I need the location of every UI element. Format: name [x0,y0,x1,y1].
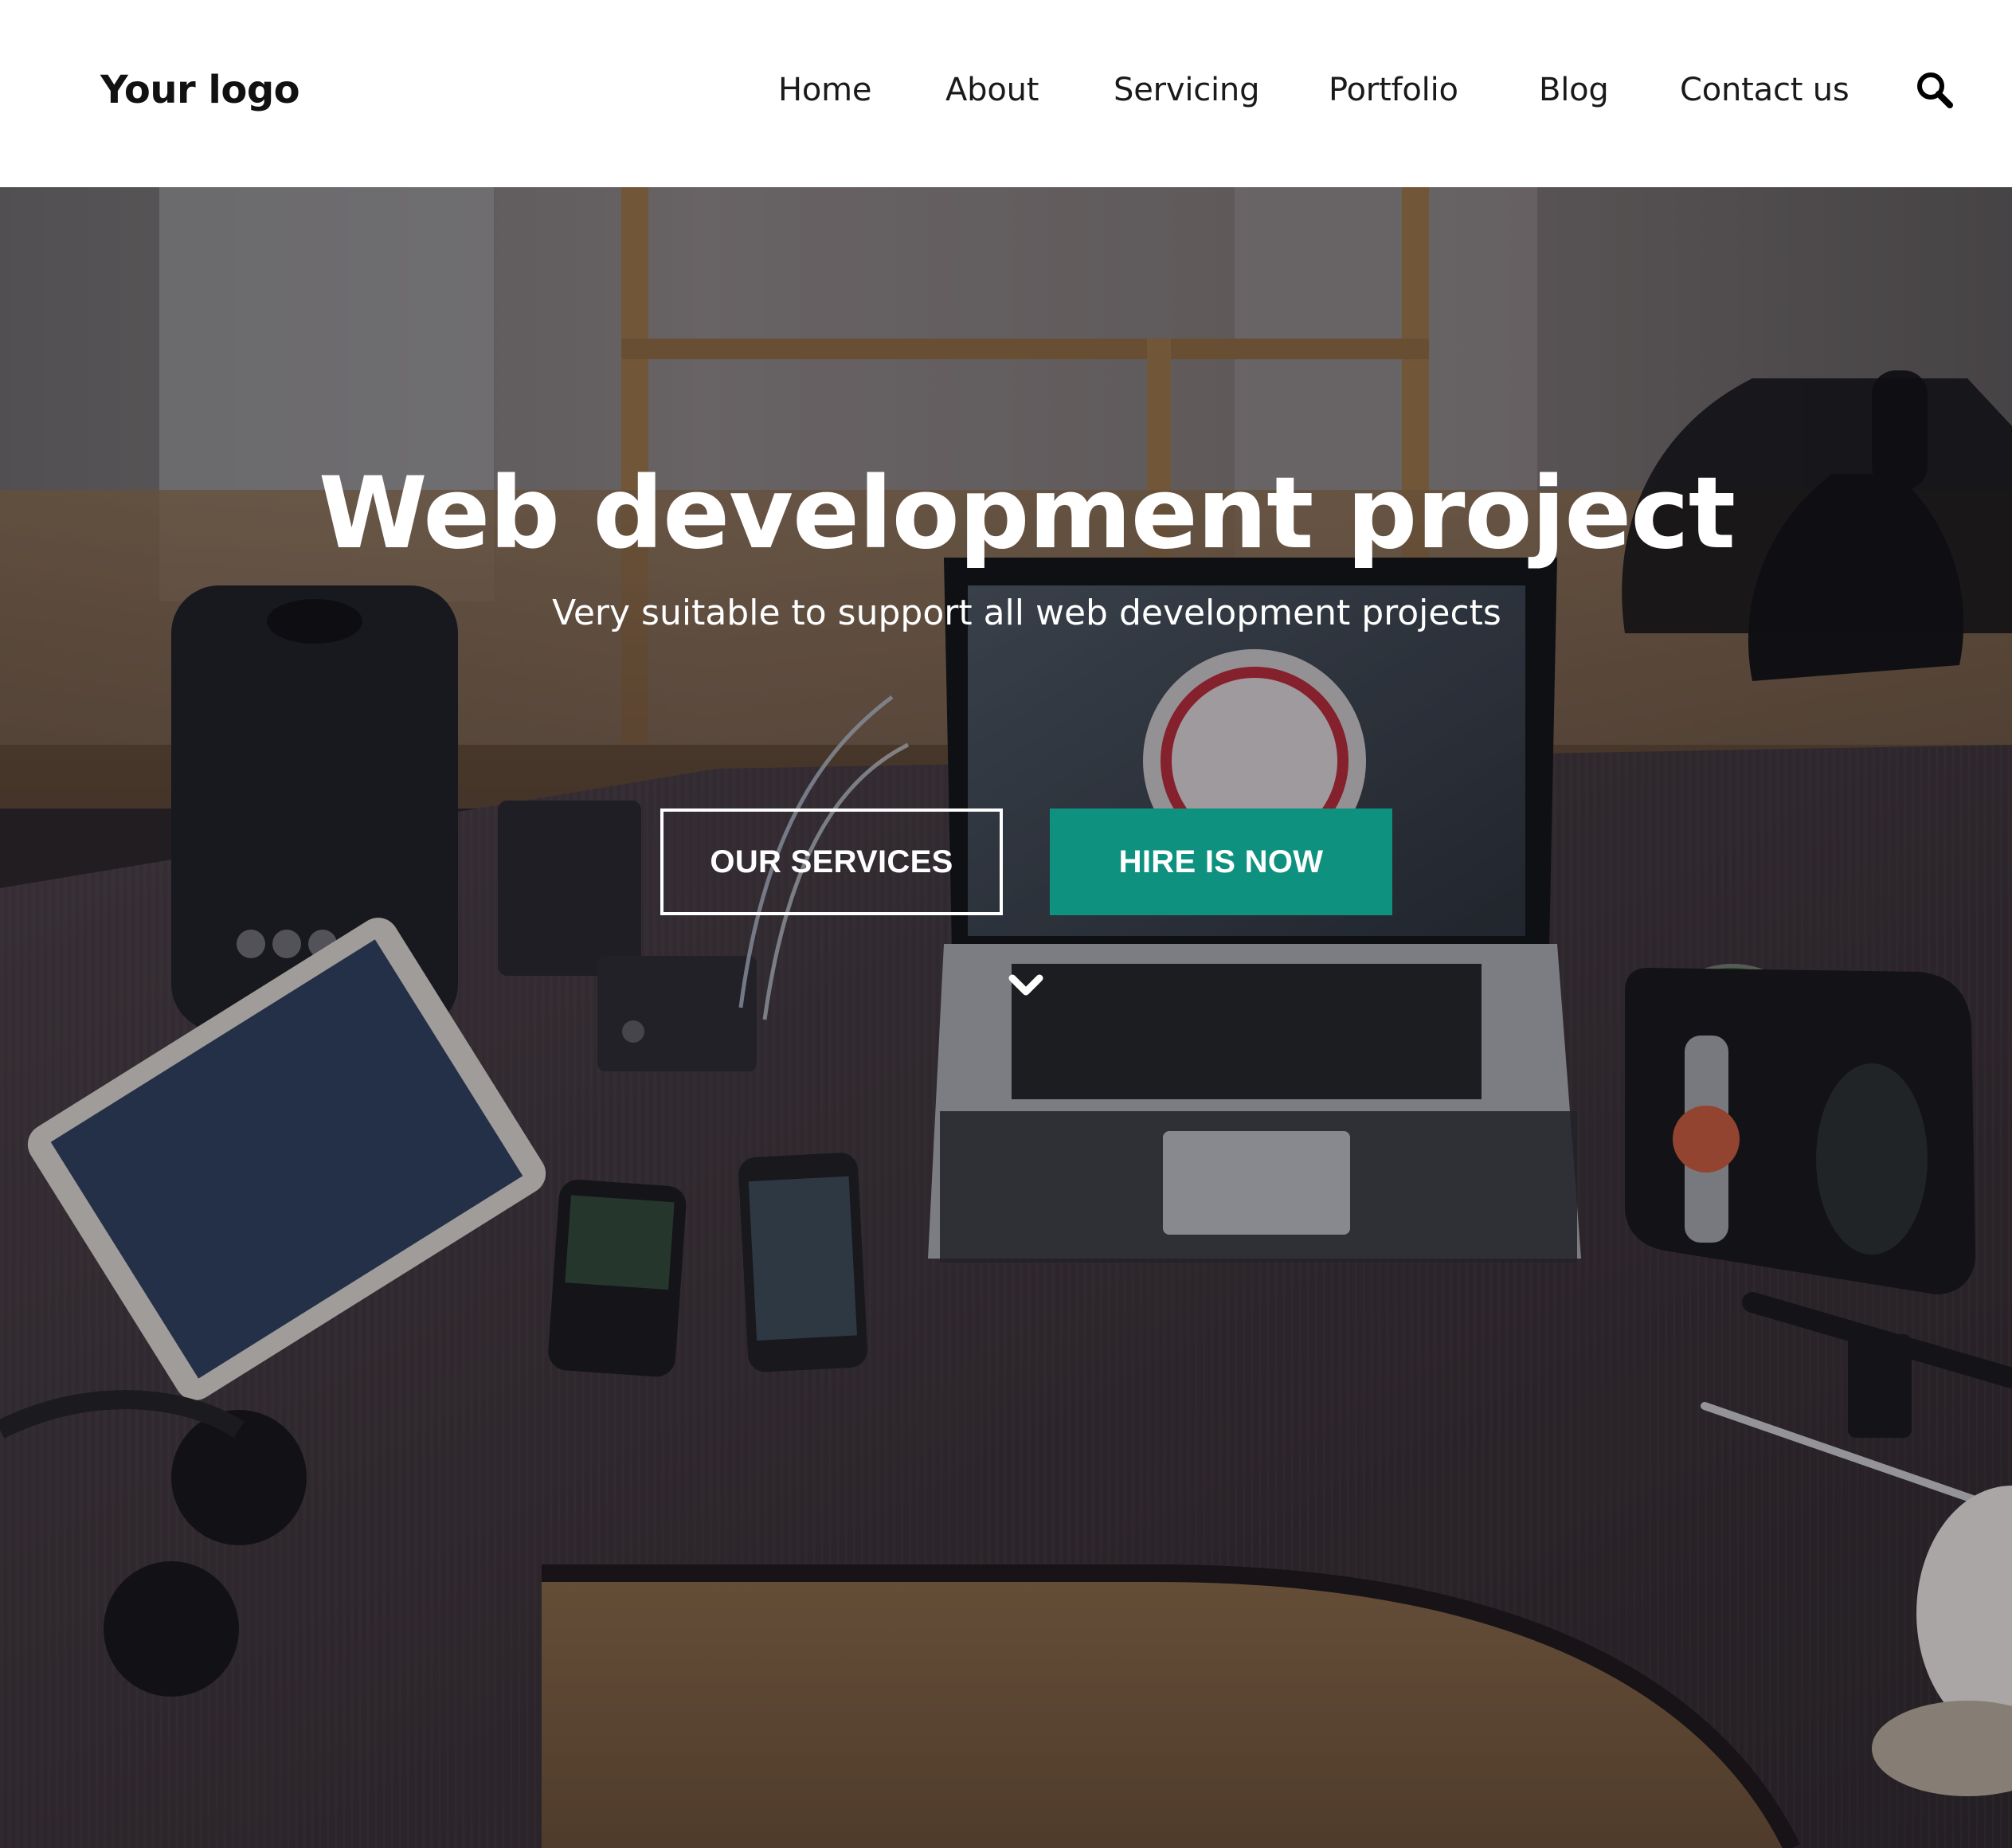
search-icon [1917,72,1953,108]
nav-item-servicing[interactable]: Servicing [1114,64,1259,116]
nav-item-about[interactable]: About [945,64,1039,116]
hero-section: Web development project Very suitable to… [0,187,2012,1848]
our-services-button[interactable]: OUR SERVICES [660,808,1003,915]
nav-item-blog[interactable]: Blog [1539,64,1609,116]
site-logo[interactable]: Your logo [100,64,300,116]
nav-item-home[interactable]: Home [778,64,872,116]
search-button[interactable] [1915,70,1955,110]
hero-subtitle: Very suitable to support all web develop… [552,593,1501,633]
nav-item-contact-us[interactable]: Contact us [1680,64,1850,116]
nav-item-portfolio[interactable]: Portfolio [1329,64,1458,116]
scroll-down-button[interactable] [1008,972,1044,999]
site-header: Your logo Home About Servicing Portfolio… [0,0,2012,187]
hero-dark-overlay [0,187,2012,1848]
hero-title: Web development project [318,456,1736,571]
hire-now-button[interactable]: HIRE IS NOW [1050,808,1392,915]
chevron-down-icon [1008,974,1043,996]
